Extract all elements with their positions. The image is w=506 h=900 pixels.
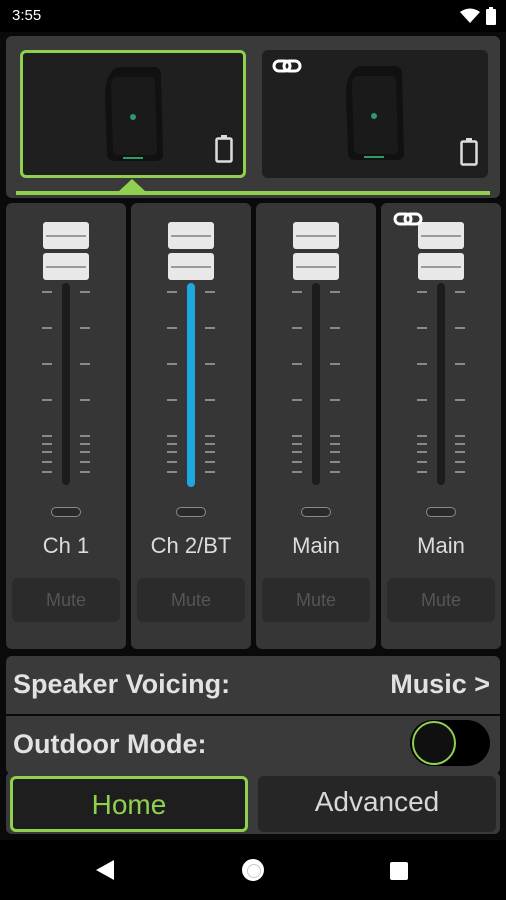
- speaker-panel: [6, 36, 500, 198]
- tab-home[interactable]: Home: [10, 776, 248, 832]
- outdoor-mode-toggle[interactable]: [410, 720, 490, 766]
- fader-handle[interactable]: [42, 221, 90, 281]
- toggle-knob: [412, 721, 456, 765]
- speaker-voicing-label: Speaker Voicing:: [13, 669, 231, 699]
- tab-bar: Home Advanced: [6, 772, 500, 834]
- speaker-voicing-value[interactable]: Music >: [390, 669, 490, 700]
- battery-outline-icon: [215, 135, 233, 163]
- channel-label: Main: [292, 533, 340, 558]
- link-icon: [393, 212, 423, 226]
- mute-button[interactable]: Mute: [137, 578, 245, 622]
- battery-icon: [486, 7, 496, 25]
- mute-button[interactable]: Mute: [262, 578, 370, 622]
- channel-label: Ch 1: [42, 533, 90, 558]
- home-icon[interactable]: [242, 859, 264, 881]
- outdoor-mode-label: Outdoor Mode:: [13, 729, 207, 759]
- mute-button[interactable]: Mute: [12, 578, 120, 622]
- status-icons: [460, 6, 496, 26]
- fader-handle[interactable]: [167, 221, 215, 281]
- fader-scale: [42, 291, 90, 473]
- channel-strip-ch1: Ch 1 Mute: [6, 203, 126, 649]
- channel-label: Ch 2/BT: [150, 533, 232, 558]
- channel-indicator: [176, 507, 206, 517]
- outdoor-mode-row: Outdoor Mode:: [6, 716, 500, 774]
- channel-strip-ch2bt: Ch 2/BT Mute: [131, 203, 251, 649]
- status-time: 3:55: [12, 7, 42, 24]
- fader-handle[interactable]: [292, 221, 340, 281]
- back-icon[interactable]: [96, 860, 114, 880]
- speaker-voicing-row[interactable]: Speaker Voicing: Music >: [6, 656, 500, 714]
- fader-scale: [167, 291, 215, 473]
- channel-indicator: [426, 507, 456, 517]
- fader-scale: [417, 291, 465, 473]
- selection-underline: [16, 191, 490, 195]
- app-content: Ch 1 Mute Ch 2/BT Mute Main Mute Main Mu…: [0, 32, 506, 840]
- speaker-icon: [346, 66, 404, 160]
- selection-arrow: [119, 179, 145, 191]
- link-icon: [272, 59, 302, 73]
- speaker-icon: [105, 67, 163, 161]
- speaker-card-1[interactable]: [20, 50, 246, 178]
- speaker-card-2[interactable]: [262, 50, 488, 178]
- wifi-icon: [460, 8, 480, 23]
- recent-apps-icon[interactable]: [390, 862, 408, 880]
- navigation-bar: [0, 840, 506, 900]
- status-bar: 3:55: [0, 0, 506, 32]
- channel-indicator: [301, 507, 331, 517]
- fader-scale: [292, 291, 340, 473]
- fader-handle[interactable]: [417, 221, 465, 281]
- tab-advanced[interactable]: Advanced: [258, 776, 496, 832]
- channel-strip-main-1: Main Mute: [256, 203, 376, 649]
- channel-strip-main-2: Main Mute: [381, 203, 501, 649]
- mute-button[interactable]: Mute: [387, 578, 495, 622]
- channel-label: Main: [417, 533, 465, 558]
- channel-indicator: [51, 507, 81, 517]
- battery-outline-icon: [460, 138, 478, 166]
